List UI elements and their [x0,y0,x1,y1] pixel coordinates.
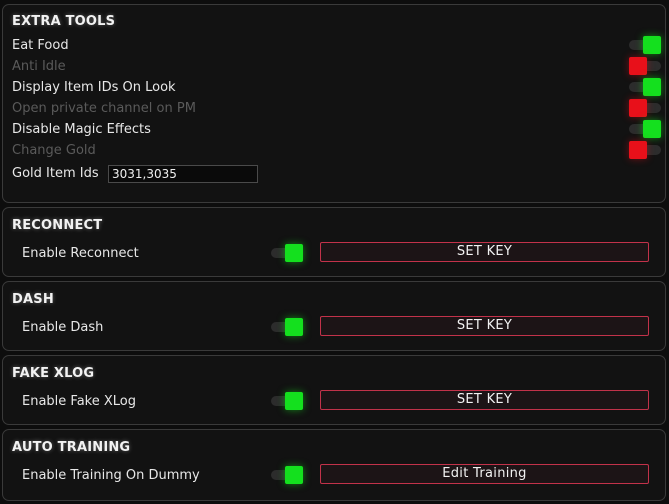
reconnect-title: RECONNECT [12,218,103,233]
anti-idle-label: Anti Idle [12,59,66,74]
fake-xlog-set-key-button[interactable]: SET KEY [320,390,649,410]
extra-tools-panel: EXTRA TOOLS Eat Food Anti Idle Display I… [2,4,666,203]
eat-food-label: Eat Food [12,38,69,53]
extra-tools-title: EXTRA TOOLS [12,14,116,29]
display-item-ids-label: Display Item IDs On Look [12,80,176,95]
auto-training-panel: AUTO TRAINING Enable Training On Dummy E… [2,429,666,501]
disable-magic-effects-label: Disable Magic Effects [12,122,151,137]
open-private-channel-label: Open private channel on PM [12,101,196,116]
reconnect-panel: RECONNECT Enable Reconnect SET KEY [2,207,666,277]
enable-reconnect-toggle[interactable] [271,244,303,262]
auto-training-title: AUTO TRAINING [12,440,131,455]
display-item-ids-toggle[interactable] [629,78,661,96]
fake-xlog-panel: FAKE XLOG Enable Fake XLog SET KEY [2,355,666,425]
dash-panel: DASH Enable Dash SET KEY [2,281,666,351]
enable-fake-xlog-toggle[interactable] [271,392,303,410]
anti-idle-toggle[interactable] [629,57,661,75]
disable-magic-effects-toggle[interactable] [629,120,661,138]
gold-item-ids-label: Gold Item Ids [12,166,99,181]
enable-fake-xlog-label: Enable Fake XLog [22,394,136,409]
change-gold-toggle[interactable] [629,141,661,159]
reconnect-set-key-button[interactable]: SET KEY [320,242,649,262]
gold-item-ids-input[interactable] [108,165,258,183]
open-private-channel-toggle[interactable] [629,99,661,117]
eat-food-toggle[interactable] [629,36,661,54]
change-gold-label: Change Gold [12,143,96,158]
fake-xlog-title: FAKE XLOG [12,366,95,381]
enable-reconnect-label: Enable Reconnect [22,246,139,261]
enable-training-on-dummy-label: Enable Training On Dummy [22,468,200,483]
enable-training-on-dummy-toggle[interactable] [271,466,303,484]
enable-dash-toggle[interactable] [271,318,303,336]
edit-training-button[interactable]: Edit Training [320,464,649,484]
enable-dash-label: Enable Dash [22,320,104,335]
dash-set-key-button[interactable]: SET KEY [320,316,649,336]
dash-title: DASH [12,292,54,307]
